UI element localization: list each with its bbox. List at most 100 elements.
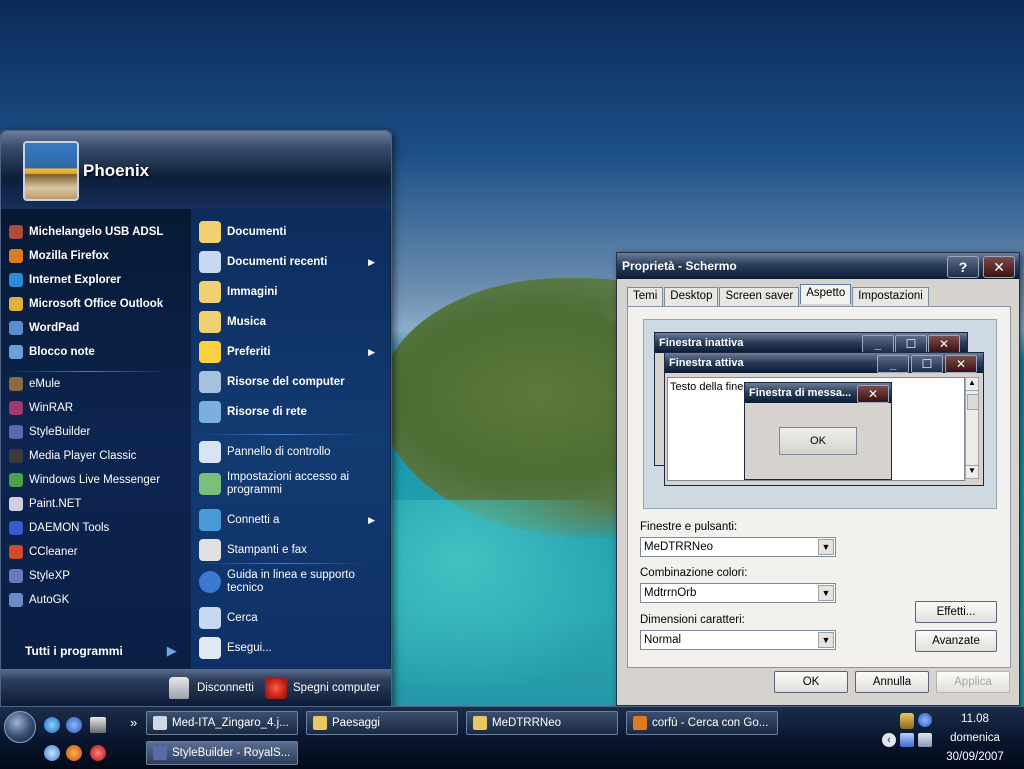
preview-active-title: Finestra attiva [669,357,744,369]
system-item[interactable]: Stampanti e fax [199,539,375,561]
color-scheme-select[interactable]: MdtrrnOrb ▼ [640,583,836,603]
taskbar-button[interactable]: MeDTRRNeo [466,711,618,735]
taskbar-button[interactable]: Med-ITA_Zingaro_4.j... [146,711,298,735]
close-button[interactable]: ✕ [983,256,1015,278]
start-button[interactable] [4,711,36,743]
place-item-label: Musica [227,316,266,328]
recent-program-item[interactable]: AutoGK [9,589,69,611]
place-item[interactable]: Musica [199,311,375,333]
tray-volume-icon[interactable] [900,713,914,729]
recent-program-item[interactable]: Windows Live Messenger [9,469,160,491]
taskbar-button[interactable]: StyleBuilder - RoyalS... [146,741,298,765]
quicklaunch-expand[interactable]: » [130,715,137,730]
outlook-icon [9,297,23,311]
help-item[interactable]: Esegui... [199,637,363,659]
place-item[interactable]: Preferiti ▶ [199,341,375,363]
place-item[interactable]: Immagini [199,281,375,303]
taskbar-button[interactable]: Paesaggi [306,711,458,735]
recent-program-item[interactable]: eMule [9,373,60,395]
ie-icon[interactable] [44,717,60,733]
chevron-down-icon[interactable]: ▼ [818,632,834,648]
place-item[interactable]: Risorse di rete [199,401,375,423]
system-item[interactable]: Impostazioni accesso ai programmi [199,471,375,497]
pinned-item[interactable]: Microsoft Office Outlook [9,293,163,315]
place-item-label: Documenti recenti [227,256,328,268]
recent-program-item[interactable]: CCleaner [9,541,78,563]
tray-network-icon[interactable] [900,733,914,747]
effects-button[interactable]: Effetti... [915,601,997,623]
start-menu-places-pane: Documenti Documenti recenti ▶ Immagini Music… [191,209,390,669]
font-size-select[interactable]: Normal ▼ [640,630,836,650]
recent-documents-icon [199,251,221,273]
windows-buttons-value: MeDTRRNeo [644,541,714,553]
recent-program-item[interactable]: StyleBuilder [9,421,90,443]
place-item[interactable]: Risorse del computer [199,371,375,393]
close-icon: ✕ [993,258,1005,275]
help-item[interactable]: Guida in linea e supporto tecnico [199,569,363,595]
close-icon: ✕ [945,355,977,373]
question-mark-icon: ? [958,259,968,275]
preview-inactive-titlebar: Finestra inattiva _ ☐ ✕ [655,333,967,353]
help-item[interactable]: Cerca [199,607,363,629]
windows-buttons-select[interactable]: MeDTRRNeo ▼ [640,537,836,557]
dialog-titlebar[interactable]: Proprietà - Schermo ? ✕ [617,253,1019,279]
taskbar-button[interactable]: corfù - Cerca con Go... [626,711,778,735]
recent-program-item[interactable]: DAEMON Tools [9,517,109,539]
place-item[interactable]: Documenti [199,221,375,243]
chevron-down-icon[interactable]: ▼ [818,539,834,555]
tab-aspetto[interactable]: Aspetto [800,284,852,304]
pinned-item[interactable]: Internet Explorer [9,269,121,291]
place-item[interactable]: Documenti recenti ▶ [199,251,375,273]
tray-expand[interactable]: ‹ [882,733,896,747]
ie-icon[interactable] [44,745,60,761]
tab-temi[interactable]: Temi [627,287,664,307]
apply-button[interactable]: Applica [936,671,1010,693]
shutdown-button[interactable]: Spegni computer [265,677,380,699]
recent-program-item[interactable]: StyleXP [9,565,70,587]
tray-speaker-icon[interactable] [918,733,932,747]
pinned-item[interactable]: WordPad [9,317,79,339]
user-avatar[interactable] [23,141,79,201]
media-icon[interactable] [90,717,106,733]
clock-time[interactable]: 11.08 [940,713,1010,725]
system-item-label: Connetti a [227,513,280,526]
logoff-button[interactable]: Disconnetti [169,677,254,699]
display-properties-dialog: Proprietà - Schermo ? ✕ Temi Desktop Scree… [616,252,1020,706]
chevron-double-right-icon: » [130,715,138,730]
tab-desktop[interactable]: Desktop [664,287,719,307]
taskbar-button-label: Paesaggi [332,717,380,729]
cancel-button[interactable]: Annulla [855,671,929,693]
wallpaper-lagoon [390,500,630,700]
minimize-icon: _ [877,355,909,373]
favorites-star-icon [199,341,221,363]
tab-label: Temi [633,290,658,302]
recent-program-label: eMule [29,378,61,390]
browser-icon[interactable] [66,717,82,733]
pinned-item[interactable]: Mozilla Firefox [9,245,109,267]
ok-button[interactable]: OK [774,671,848,693]
system-item[interactable]: Pannello di controllo [199,441,375,463]
system-item[interactable]: Connetti a ▶ [199,509,375,531]
help-button[interactable]: ? [947,256,979,278]
tab-screen-saver[interactable]: Screen saver [719,287,800,307]
recent-program-item[interactable]: Paint.NET [9,493,81,515]
recent-program-label: StyleBuilder [29,426,91,438]
start-menu-footer: Disconnetti Spegni computer [1,669,391,707]
clock-date: 30/09/2007 [946,751,1004,763]
advanced-button[interactable]: Avanzate [915,630,997,652]
start-menu-programs-pane: Michelangelo USB ADSL Mozilla Firefox Inte… [1,209,191,669]
all-programs-button[interactable]: Tutti i programmi ▶ [25,643,177,659]
chevron-down-icon[interactable]: ▼ [818,585,834,601]
pinned-item[interactable]: Blocco note [9,341,95,363]
pinned-item[interactable]: Michelangelo USB ADSL [9,221,163,243]
mpc-icon [9,449,23,463]
recent-program-item[interactable]: Media Player Classic [9,445,136,467]
arrow-right-icon: ▶ [166,643,177,658]
tab-impostazioni[interactable]: Impostazioni [852,287,929,307]
opera-icon[interactable] [90,745,106,761]
firefox-icon[interactable] [66,745,82,761]
tray-browser-icon[interactable] [918,713,932,727]
preview-message-title: Finestra di messa... [749,387,852,399]
menu-separator [199,434,367,435]
recent-program-item[interactable]: WinRAR [9,397,73,419]
